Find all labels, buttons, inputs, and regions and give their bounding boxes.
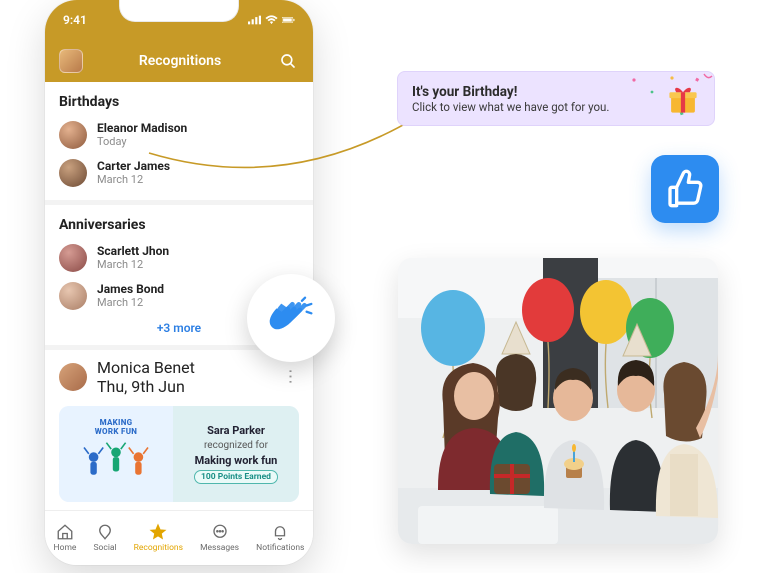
thumbs-up-icon (665, 169, 705, 209)
person-name: James Bond (97, 283, 164, 297)
section-title-anniversaries: Anniversaries (45, 205, 313, 239)
wifi-icon (265, 15, 278, 25)
status-icons (248, 15, 295, 25)
tab-social[interactable]: Social (93, 523, 116, 553)
tab-label: Social (93, 543, 116, 553)
birthday-banner[interactable]: It's your Birthday! Click to view what w… (397, 71, 715, 126)
section-title-birthdays: Birthdays (45, 82, 313, 116)
recognized-text: recognized for (204, 440, 268, 451)
feed-item: Monica Benet Thu, 9th Jun ⋯ MAKING WORK … (45, 350, 313, 502)
recognized-name: Sara Parker (207, 424, 265, 437)
avatar (59, 282, 87, 310)
celebration-photo (398, 258, 718, 544)
home-icon (56, 523, 74, 541)
anniversary-row[interactable]: Scarlett Jhon March 12 (45, 239, 313, 277)
search-button[interactable] (277, 50, 299, 72)
thumbs-up-tile[interactable] (651, 155, 719, 223)
person-sub: March 12 (97, 174, 170, 186)
birthday-row[interactable]: Eleanor Madison Today (45, 116, 313, 154)
celebrate-icon (76, 436, 156, 491)
avatar (59, 159, 87, 187)
status-time: 9:41 (63, 13, 87, 27)
avatar[interactable] (59, 363, 87, 391)
social-icon (96, 523, 114, 541)
notch (119, 0, 239, 22)
points-badge: 100 Points Earned (194, 470, 278, 484)
card-illustration: MAKING WORK FUN (59, 406, 173, 502)
feed-author: Monica Benet (97, 358, 195, 377)
tab-notifications[interactable]: Notifications (256, 523, 304, 553)
clap-icon (266, 293, 316, 343)
tab-label: Notifications (256, 543, 304, 553)
star-icon (149, 523, 167, 541)
card-tag: MAKING (100, 418, 133, 427)
avatar (59, 244, 87, 272)
signal-icon (248, 15, 261, 25)
feed-more-button[interactable]: ⋯ (283, 369, 299, 386)
person-sub: Today (97, 136, 187, 148)
app-navbar: Recognitions (45, 40, 313, 82)
clap-bubble[interactable] (247, 274, 335, 362)
person-name: Carter James (97, 160, 170, 174)
user-avatar[interactable] (59, 49, 83, 73)
page-title: Recognitions (139, 53, 221, 69)
recognition-card[interactable]: MAKING WORK FUN Sara Parker recognized f… (59, 406, 299, 502)
tab-recognitions[interactable]: Recognitions (134, 523, 183, 553)
person-name: Scarlett Jhon (97, 245, 169, 259)
tab-label: Home (54, 543, 77, 553)
bell-icon (271, 523, 289, 541)
battery-icon (282, 15, 295, 25)
banner-subtitle: Click to view what we have got for you. (412, 100, 609, 114)
avatar (59, 121, 87, 149)
birthday-row[interactable]: Carter James March 12 (45, 154, 313, 192)
recognized-for: Making work fun (195, 454, 278, 467)
gift-icon (666, 82, 700, 116)
messages-icon (211, 523, 229, 541)
person-sub: March 12 (97, 297, 164, 309)
tab-home[interactable]: Home (54, 523, 77, 553)
card-text: Sara Parker recognized for Making work f… (173, 406, 299, 502)
feed-date: Thu, 9th Jun (97, 377, 195, 396)
banner-title: It's your Birthday! (412, 84, 609, 100)
tab-bar: Home Social Recognitions Messages Notifi… (45, 510, 313, 565)
search-icon (279, 52, 297, 70)
tab-messages[interactable]: Messages (200, 523, 239, 553)
card-tag: WORK FUN (95, 427, 137, 436)
tab-label: Messages (200, 543, 239, 553)
tab-label: Recognitions (134, 543, 183, 553)
person-sub: March 12 (97, 259, 169, 271)
person-name: Eleanor Madison (97, 122, 187, 136)
